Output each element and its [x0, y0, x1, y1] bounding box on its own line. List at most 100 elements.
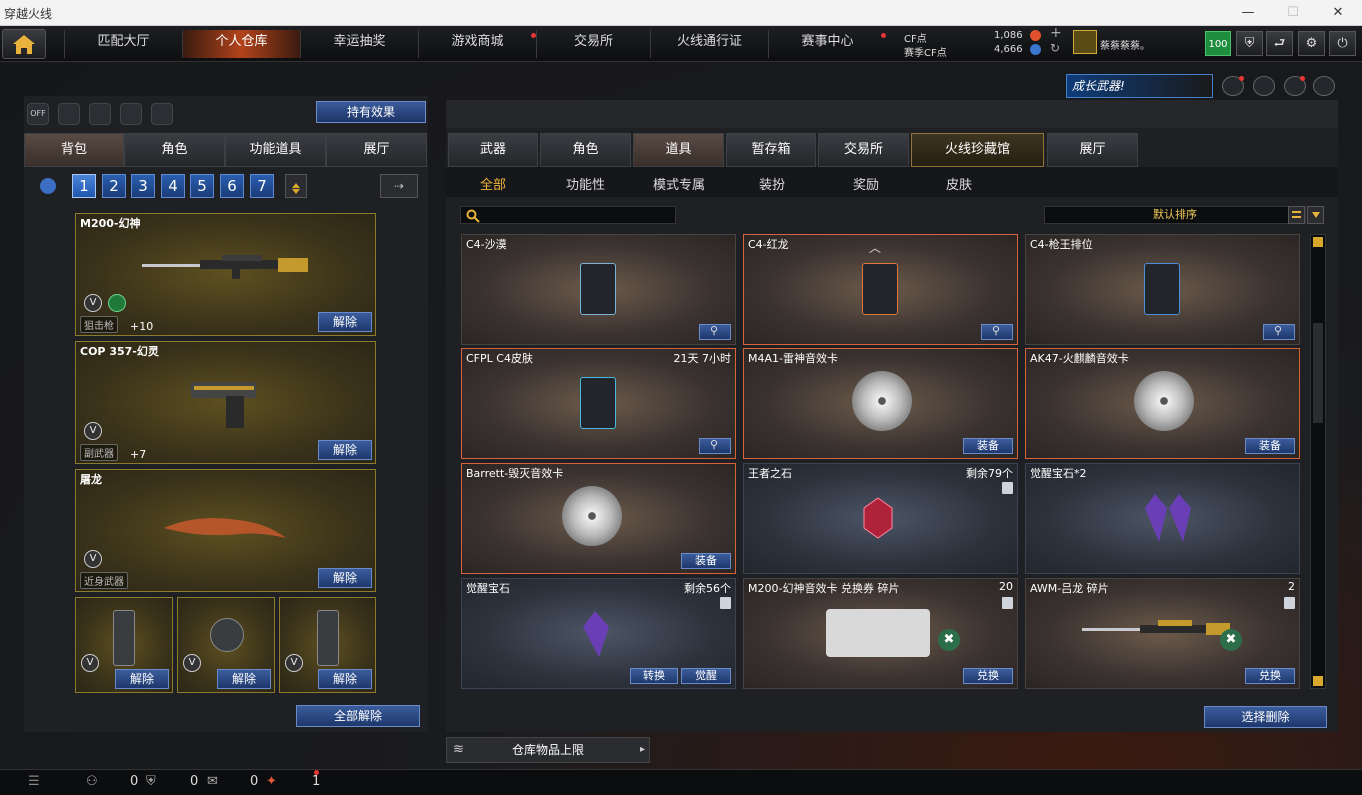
share-button[interactable]: ⇢ [380, 174, 418, 198]
unequip-button[interactable]: 解除 [318, 312, 372, 332]
page-2[interactable]: 2 [102, 174, 126, 198]
tab-collection[interactable]: 火线珍藏馆 [911, 133, 1044, 167]
close-button[interactable]: ✕ [1315, 0, 1361, 26]
nav-pass[interactable]: 火线通行证 [650, 30, 768, 58]
target-icon[interactable] [1253, 76, 1275, 96]
clan-shield-icon[interactable]: ⛨ [146, 774, 156, 789]
return-icon[interactable]: ⮐ [1266, 31, 1293, 56]
subtab-skin[interactable]: 皮肤 [946, 174, 972, 193]
capacity-bar[interactable]: ≋ 仓库物品上限 ▸ [446, 737, 650, 763]
rank-badge-icon[interactable] [1073, 30, 1097, 54]
grenade-slot[interactable]: V 解除 [279, 597, 376, 693]
magnify-button[interactable]: ⚲ [699, 438, 731, 454]
stats-icon[interactable] [58, 103, 80, 125]
magnify-button[interactable]: ⚲ [699, 324, 731, 340]
item-card[interactable]: C4-沙漠 ⚲ [461, 234, 736, 345]
nav-warehouse[interactable]: 个人仓库 [182, 30, 300, 58]
grenade-slot[interactable]: V 解除 [75, 597, 173, 693]
item-card[interactable]: AWM-吕龙 碎片 2 ✖ 兑换 [1025, 578, 1300, 689]
level-badge[interactable]: 100 [1205, 31, 1231, 56]
tab-character[interactable]: 角色 [124, 133, 225, 167]
toggle-off-icon[interactable]: OFF [27, 103, 49, 125]
shield-icon[interactable]: ⛨ [1236, 31, 1263, 56]
loadout-slot-primary[interactable]: M200-幻神 V 狙击枪 +10 解除 [75, 213, 376, 336]
page-3[interactable]: 3 [131, 174, 155, 198]
grenade-slot[interactable]: V 解除 [177, 597, 275, 693]
friends-icon[interactable]: ⚇ [86, 774, 98, 789]
convert-button[interactable]: 转换 [630, 668, 678, 684]
unequip-button[interactable]: 解除 [217, 669, 271, 689]
list-view-icon[interactable] [1288, 206, 1305, 224]
add-icon[interactable]: + [1050, 25, 1062, 41]
refresh-icon[interactable]: ↻ [1050, 41, 1060, 55]
magnify-button[interactable]: ⚲ [1263, 324, 1295, 340]
trash-icon[interactable] [1002, 597, 1013, 609]
magnify-button[interactable]: ⚲ [981, 324, 1013, 340]
loadout-slot-melee[interactable]: 屠龙 V 近身武器 解除 [75, 469, 376, 592]
trash-icon[interactable] [1002, 482, 1013, 494]
menu-icon[interactable]: ☰ [28, 774, 40, 789]
unequip-button[interactable]: 解除 [318, 669, 372, 689]
exchange-button[interactable]: 兑换 [1245, 668, 1295, 684]
page-stepper[interactable] [285, 174, 307, 198]
sort-dropdown[interactable]: 默认排序 [1044, 206, 1306, 224]
chat-icon[interactable]: ✉ [207, 774, 218, 789]
tab-characters[interactable]: 角色 [540, 133, 631, 167]
tab-showroom-right[interactable]: 展厅 [1047, 133, 1138, 167]
page-1[interactable]: 1 [72, 174, 96, 198]
nav-event-center[interactable]: 赛事中心 [768, 30, 886, 58]
page-5[interactable]: 5 [190, 174, 214, 198]
growth-weapon-banner[interactable]: 成长武器! [1066, 74, 1213, 98]
exchange-button[interactable]: 兑换 [963, 668, 1013, 684]
unequip-button[interactable]: 解除 [318, 440, 372, 460]
item-card[interactable]: C4-枪王排位 ⚲ [1025, 234, 1300, 345]
item-card[interactable]: C4-红龙 ︿ ⚲ [743, 234, 1018, 345]
item-card[interactable]: Barrett-毁灭音效卡 装备 [461, 463, 736, 574]
item-card[interactable]: 觉醒宝石*2 [1025, 463, 1300, 574]
unequip-all-button[interactable]: 全部解除 [296, 705, 420, 727]
grenade-icon[interactable] [151, 103, 173, 125]
scroll-down-icon[interactable] [1313, 676, 1323, 686]
equip-button[interactable]: 装备 [963, 438, 1013, 454]
unequip-button[interactable]: 解除 [318, 568, 372, 588]
item-scrollbar[interactable] [1310, 234, 1326, 689]
search-input[interactable] [460, 206, 676, 224]
scroll-thumb[interactable] [1313, 323, 1323, 423]
item-card[interactable]: M200-幻神音效卡 兑换券 碎片 20 ✖ 兑换 [743, 578, 1018, 689]
item-card[interactable]: 王者之石 剩余79个 [743, 463, 1018, 574]
item-card[interactable]: AK47-火麒麟音效卡 装备 [1025, 348, 1300, 459]
item-card[interactable]: 觉醒宝石 剩余56个 转换 觉醒 [461, 578, 736, 689]
player-name[interactable]: 蔡蔡蔡蔡。 [1100, 37, 1150, 52]
gift-icon[interactable]: ✦ [266, 774, 277, 789]
page-7[interactable]: 7 [250, 174, 274, 198]
loadout-slot-secondary[interactable]: COP 357-幻灵 V 副武器 +7 解除 [75, 341, 376, 464]
unequip-button[interactable]: 解除 [115, 669, 169, 689]
tab-function-items[interactable]: 功能道具 [225, 133, 326, 167]
scroll-up-icon[interactable] [1313, 237, 1323, 247]
awaken-button[interactable]: 觉醒 [681, 668, 731, 684]
equip-button[interactable]: 装备 [681, 553, 731, 569]
power-icon[interactable]: ⏻ [1329, 31, 1356, 56]
dye-icon[interactable] [120, 103, 142, 125]
page-6[interactable]: 6 [220, 174, 244, 198]
subtab-reward[interactable]: 奖励 [853, 174, 879, 193]
minimize-button[interactable]: — [1225, 0, 1271, 26]
tab-weapons[interactable]: 武器 [448, 133, 538, 167]
rotate-icon[interactable] [89, 103, 111, 125]
select-delete-button[interactable]: 选择删除 [1204, 706, 1327, 728]
sort-desc-icon[interactable] [1307, 206, 1324, 224]
tab-exchange[interactable]: 交易所 [818, 133, 909, 167]
tab-items[interactable]: 道具 [633, 133, 724, 167]
effect-button[interactable]: 持有效果 [316, 101, 426, 123]
bag-icon[interactable] [40, 178, 56, 194]
page-4[interactable]: 4 [161, 174, 185, 198]
trash-icon[interactable] [720, 597, 731, 609]
v-logo-icon[interactable] [1313, 76, 1335, 96]
tab-showroom[interactable]: 展厅 [326, 133, 427, 167]
item-card[interactable]: CFPL C4皮肤 21天 7小时 ⚲ [461, 348, 736, 459]
item-card[interactable]: M4A1-雷神音效卡 装备 [743, 348, 1018, 459]
subtab-dressup[interactable]: 装扮 [759, 174, 785, 193]
tab-backpack[interactable]: 背包 [24, 133, 124, 167]
trash-icon[interactable] [1284, 597, 1295, 609]
maximize-button[interactable]: ☐ [1270, 0, 1316, 26]
